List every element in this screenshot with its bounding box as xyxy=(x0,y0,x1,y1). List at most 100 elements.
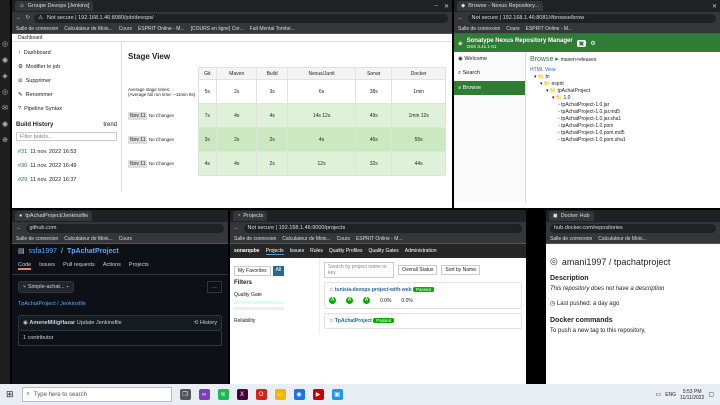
tab-issues[interactable]: Issues xyxy=(39,262,55,270)
clock[interactable]: 5:53 PM 11/11/2022 xyxy=(680,389,704,401)
lang-indicator[interactable]: ENG xyxy=(665,392,676,398)
nav-quality-gates[interactable]: Quality Gates xyxy=(369,248,399,254)
tree-file[interactable]: ▫ tpAchatProject-1.0.jar.md5 xyxy=(530,109,716,116)
bookmark[interactable]: [COURS en ligne] Cor... xyxy=(191,26,244,32)
tree-file[interactable]: ▫ tpAchatProject-1.0.pom xyxy=(530,123,716,130)
stage-cell[interactable]: 12s xyxy=(286,151,357,176)
task-view-icon[interactable]: ❐ xyxy=(179,389,191,400)
tree-node[interactable]: ▾ 📁 tpAchatProject xyxy=(530,88,716,95)
bookmark[interactable]: ESPRIT Online - M... xyxy=(526,26,573,32)
file-explorer-icon[interactable]: ▭ xyxy=(274,389,286,400)
bookmark[interactable]: Salle de connexion xyxy=(16,236,58,242)
stage-cell[interactable]: 55s xyxy=(391,127,446,152)
app-icon[interactable]: ◎ xyxy=(2,40,8,48)
address-bar[interactable]: Not secure | 192.168.1.46:8081/#browse/b… xyxy=(467,13,716,23)
chrome-icon[interactable]: ◉ xyxy=(293,389,305,400)
tab-projects[interactable]: Projects xyxy=(129,262,149,270)
back-icon[interactable]: ← xyxy=(16,15,22,21)
browser-tab[interactable]: ☺ Groupe Devops [Jenkins] xyxy=(15,1,94,11)
sonar-logo[interactable]: sonarqube xyxy=(234,248,260,254)
visual-studio-icon[interactable]: ∞ xyxy=(198,389,210,400)
app-icon[interactable]: ✉ xyxy=(2,104,8,112)
bookmark[interactable]: Cours xyxy=(506,26,519,32)
breadcrumb[interactable]: Dashboard xyxy=(12,34,452,42)
nav-administration[interactable]: Administration xyxy=(405,248,437,254)
stage-cell[interactable]: 4s xyxy=(216,103,258,128)
tree-node[interactable]: ▾ 📁 1.0 xyxy=(530,95,716,102)
branch-selector[interactable]: ⑂ Simple-achat... ▾ xyxy=(18,281,75,293)
stage-cell[interactable]: 44s xyxy=(391,151,446,176)
project-card[interactable]: ☆ TpAchatProject Passed xyxy=(324,313,522,329)
stage-cell[interactable]: 4s xyxy=(197,151,218,176)
bookmark[interactable]: Calculateur de Mois... xyxy=(598,236,646,242)
bookmark[interactable]: Salle de connexion xyxy=(234,236,276,242)
contributors[interactable]: 1 contributor xyxy=(18,331,222,346)
build-row[interactable]: #29 11 nov. 2022 16:37 xyxy=(16,173,117,187)
quality-gate-filter[interactable]: Quality Gate xyxy=(234,292,315,298)
browser-tab[interactable]: ◆ Browse - Nexus Repository... xyxy=(457,1,544,11)
project-name[interactable]: TpAchatProject xyxy=(335,318,372,324)
stage-cell[interactable]: 4s xyxy=(286,127,357,152)
nav-issues[interactable]: Issues xyxy=(290,248,304,254)
perspective-select[interactable]: Overall Status xyxy=(398,265,438,275)
opera-icon[interactable]: O xyxy=(255,389,267,400)
bookmark[interactable]: Cours xyxy=(119,26,132,32)
gear-icon[interactable]: ⚙ xyxy=(590,40,595,47)
project-name[interactable]: tunisia-devops-project-with-web xyxy=(335,287,412,293)
html-view-link[interactable]: HTML View xyxy=(530,67,716,74)
stage-cell[interactable]: 46s xyxy=(355,127,393,152)
browser-tab[interactable]: ◼ Docker Hub xyxy=(549,211,594,221)
filter-bar[interactable] xyxy=(234,301,284,304)
star-icon[interactable]: ☆ xyxy=(329,318,333,324)
sidebar-item-welcome[interactable]: ◉ Welcome xyxy=(454,52,525,66)
sidebar-item-configure[interactable]: ⚙ Modifier le job xyxy=(16,60,117,74)
back-icon[interactable]: ← xyxy=(458,15,464,21)
stage-cell[interactable]: 4s xyxy=(256,103,288,128)
search-input[interactable]: Search by project name or key xyxy=(324,262,394,278)
history-link[interactable]: ⟲ History xyxy=(194,320,217,326)
filter-bar[interactable] xyxy=(234,307,284,310)
bookmark[interactable]: Salle de connexion xyxy=(16,26,58,32)
build-row[interactable]: #31 11 nov. 2022 16:53 xyxy=(16,145,117,159)
browser-tab[interactable]: ◔ Projects xyxy=(233,211,268,221)
bookmark[interactable]: Cours xyxy=(337,236,350,242)
back-icon[interactable]: ← xyxy=(234,225,240,231)
stage-cell[interactable]: 2s xyxy=(256,151,288,176)
tab-pull-requests[interactable]: Pull requests xyxy=(63,262,95,270)
address-bar[interactable]: github.com xyxy=(25,223,224,233)
sidebar-item-browse[interactable]: ≡ Browse xyxy=(454,81,525,95)
tree-file[interactable]: ▫ tpAchatProject-1.0.jar xyxy=(530,102,716,109)
stage-cell[interactable]: 14s 12s xyxy=(286,103,357,128)
app-icon[interactable]: ◉ xyxy=(2,120,8,128)
app-icon[interactable]: ◎ xyxy=(2,88,8,96)
tab-actions[interactable]: Actions xyxy=(103,262,121,270)
sort-select[interactable]: Sort by Name xyxy=(441,265,480,275)
nav-projects[interactable]: Projects xyxy=(265,248,284,255)
more-button[interactable]: … xyxy=(206,281,222,293)
address-bar[interactable]: hub.docker.com/repositories xyxy=(550,223,716,233)
build-row[interactable]: #30 11 nov. 2022 16:49 xyxy=(16,159,117,173)
stage-cell[interactable]: 49s xyxy=(355,103,393,128)
sidebar-item-search[interactable]: ⌕ Search xyxy=(454,66,525,81)
reliability-filter[interactable]: Reliability xyxy=(234,318,315,324)
tree-file[interactable]: ▫ tpAchatProject-1.0.pom.md5 xyxy=(530,130,716,137)
nav-rules[interactable]: Rules xyxy=(310,248,323,254)
tab-code[interactable]: Code xyxy=(18,262,32,270)
all-toggle[interactable]: All xyxy=(272,266,285,276)
reload-icon[interactable]: ↻ xyxy=(26,15,31,21)
back-icon[interactable]: ← xyxy=(16,225,22,231)
cube-icon[interactable]: ▣ xyxy=(576,39,587,47)
bookmark[interactable]: Calculateur de Mois... xyxy=(64,26,112,32)
address-bar[interactable]: Not secure | 192.168.1.46:9000/projects xyxy=(243,223,522,233)
minimize-icon[interactable]: – xyxy=(435,3,438,10)
tree-node[interactable]: ▾ 📁 tn xyxy=(530,74,716,81)
stage-cell[interactable]: 2s xyxy=(216,127,258,152)
address-bar[interactable]: ⚠ Not secure | 192.168.1.46:8080/job/devo… xyxy=(34,13,448,23)
sidebar-item-rename[interactable]: ✎ Renommer xyxy=(16,88,117,102)
xd-icon[interactable]: X xyxy=(236,389,248,400)
sidebar-item-delete[interactable]: ⊘ Supprimer xyxy=(16,74,117,88)
stage-cell[interactable]: 2s xyxy=(256,127,288,152)
trend-link[interactable]: trend xyxy=(103,122,117,128)
bookmark[interactable]: Cours xyxy=(119,236,132,242)
bookmark[interactable]: Calculateur de Mois... xyxy=(282,236,330,242)
